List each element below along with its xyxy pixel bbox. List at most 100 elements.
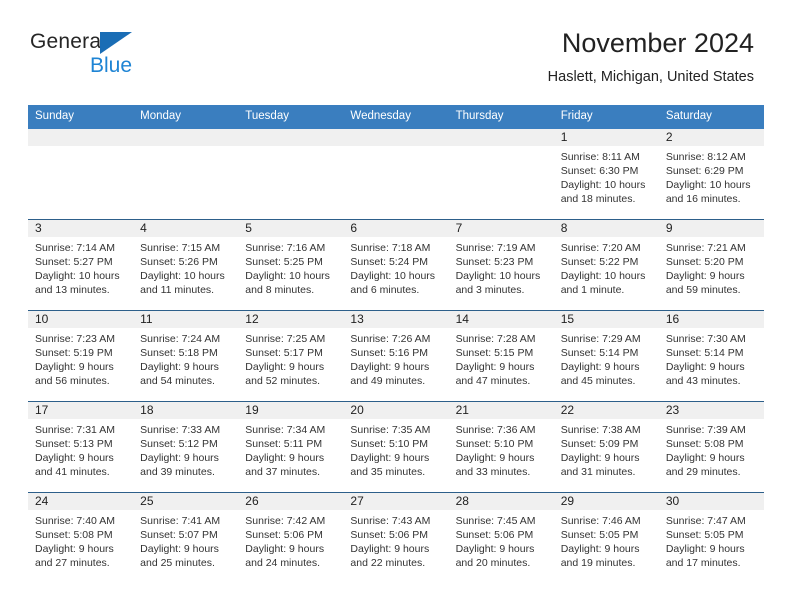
day-details: Sunrise: 7:38 AM Sunset: 5:09 PM Daylight:… (554, 419, 659, 480)
sunrise-time: Sunrise: 7:41 AM (140, 514, 221, 527)
sunrise-time: Sunrise: 7:18 AM (350, 241, 431, 254)
sunset-time: Sunset: 5:23 PM (455, 255, 534, 268)
daylight-duration-line1: Daylight: 10 hours (245, 270, 330, 283)
sunset-time: Sunset: 5:26 PM (140, 255, 218, 268)
day-details: Sunrise: 7:23 AM Sunset: 5:19 PM Daylight:… (28, 328, 133, 389)
calendar-day-cell[interactable]: 7 Sunrise: 7:19 AM Sunset: 5:23 PM Daylight… (448, 218, 554, 311)
day-number: 14 (448, 310, 554, 328)
sunrise-time: Sunrise: 7:25 AM (245, 332, 326, 345)
day-details: Sunrise: 7:46 AM Sunset: 5:05 PM Daylight:… (554, 510, 659, 571)
calendar-day-cell[interactable]: 29 Sunrise: 7:46 AM Sunset: 5:05 PM Dayligh… (553, 491, 659, 583)
daylight-duration-line2: and 11 minutes. (140, 284, 215, 297)
calendar-day-cell[interactable]: 16 Sunrise: 7:30 AM Sunset: 5:14 PM Dayligh… (658, 309, 764, 402)
daylight-duration-line2: and 25 minutes. (140, 557, 215, 570)
calendar-day-cell[interactable]: 30 Sunrise: 7:47 AM Sunset: 5:05 PM Dayligh… (658, 491, 764, 583)
calendar-day-cell[interactable]: 27 Sunrise: 7:43 AM Sunset: 5:06 PM Dayligh… (343, 491, 449, 583)
brand-logo[interactable]: General Blue (30, 30, 260, 82)
calendar-day-cell[interactable]: 20 Sunrise: 7:35 AM Sunset: 5:10 PM Dayligh… (343, 400, 449, 493)
page-title: November 2024 (561, 28, 754, 58)
day-number: 6 (343, 219, 449, 237)
daylight-duration-line2: and 35 minutes. (350, 466, 426, 479)
calendar-cell-empty (343, 128, 449, 220)
daylight-duration-line2: and 39 minutes. (140, 466, 215, 479)
day-details: Sunrise: 7:28 AM Sunset: 5:15 PM Daylight:… (449, 328, 554, 389)
calendar-day-cell[interactable]: 25 Sunrise: 7:41 AM Sunset: 5:07 PM Dayligh… (133, 491, 239, 583)
calendar-day-cell[interactable]: 22 Sunrise: 7:38 AM Sunset: 5:09 PM Dayligh… (553, 400, 659, 493)
daylight-duration-line2: and 29 minutes. (665, 466, 741, 479)
calendar-page: General Blue November 2024 Haslett, Mich… (0, 0, 792, 612)
daylight-duration-line1: Daylight: 10 hours (560, 179, 646, 192)
sunrise-time: Sunrise: 7:42 AM (245, 514, 326, 527)
sunrise-time: Sunrise: 7:26 AM (350, 332, 431, 345)
calendar-day-cell[interactable]: 23 Sunrise: 7:39 AM Sunset: 5:08 PM Dayligh… (658, 400, 764, 493)
calendar-day-cell[interactable]: 12 Sunrise: 7:25 AM Sunset: 5:17 PM Dayligh… (238, 309, 344, 402)
sunrise-time: Sunrise: 7:31 AM (35, 423, 115, 436)
calendar-day-cell[interactable]: 4 Sunrise: 7:15 AM Sunset: 5:26 PM Daylight… (133, 218, 239, 311)
day-number: 12 (238, 310, 344, 328)
calendar-week-row: 1 Sunrise: 8:11 AM Sunset: 6:30 PM Daylight… (28, 128, 764, 220)
calendar-day-cell[interactable]: 13 Sunrise: 7:26 AM Sunset: 5:16 PM Dayligh… (343, 309, 449, 402)
day-number: 26 (238, 492, 344, 510)
sunset-time: Sunset: 5:07 PM (140, 528, 218, 541)
sunset-time: Sunset: 5:15 PM (455, 346, 534, 359)
sunrise-time: Sunrise: 7:14 AM (35, 241, 115, 254)
calendar-day-cell[interactable]: 10 Sunrise: 7:23 AM Sunset: 5:19 PM Dayligh… (28, 309, 134, 402)
calendar-day-cell[interactable]: 9 Sunrise: 7:21 AM Sunset: 5:20 PM Daylight… (658, 218, 764, 311)
calendar-week-row: 10 Sunrise: 7:23 AM Sunset: 5:19 PM Dayligh… (28, 309, 764, 402)
calendar-day-cell[interactable]: 8 Sunrise: 7:20 AM Sunset: 5:22 PM Daylight… (553, 218, 659, 311)
calendar-day-cell[interactable]: 18 Sunrise: 7:33 AM Sunset: 5:12 PM Dayligh… (133, 400, 239, 493)
day-number: 25 (133, 492, 239, 510)
day-number: 2 (658, 128, 764, 146)
weekday-header-thursday: Thursday (448, 105, 554, 129)
sunrise-time: Sunrise: 7:28 AM (455, 332, 536, 345)
calendar-day-cell[interactable]: 17 Sunrise: 7:31 AM Sunset: 5:13 PM Dayligh… (28, 400, 134, 493)
day-details: Sunrise: 7:25 AM Sunset: 5:17 PM Daylight:… (238, 328, 343, 389)
weekday-header-monday: Monday (133, 105, 239, 129)
calendar-day-cell[interactable]: 2 Sunrise: 8:12 AM Sunset: 6:29 PM Daylight… (658, 128, 764, 220)
sunset-time: Sunset: 5:14 PM (665, 346, 744, 359)
day-number: 18 (133, 401, 239, 419)
location-subtitle: Haslett, Michigan, United States (547, 69, 754, 86)
calendar-day-cell[interactable]: 24 Sunrise: 7:40 AM Sunset: 5:08 PM Dayligh… (28, 491, 134, 583)
sunset-time: Sunset: 5:05 PM (665, 528, 744, 541)
day-details: Sunrise: 7:19 AM Sunset: 5:23 PM Daylight:… (449, 237, 554, 298)
calendar-day-cell[interactable]: 6 Sunrise: 7:18 AM Sunset: 5:24 PM Daylight… (343, 218, 449, 311)
calendar-cell-empty (238, 128, 344, 220)
calendar-day-cell[interactable]: 26 Sunrise: 7:42 AM Sunset: 5:06 PM Dayligh… (238, 491, 344, 583)
daylight-duration-line1: Daylight: 10 hours (140, 270, 225, 283)
calendar-day-cell[interactable]: 19 Sunrise: 7:34 AM Sunset: 5:11 PM Dayligh… (238, 400, 344, 493)
weekday-header-wednesday: Wednesday (343, 105, 449, 129)
day-details: Sunrise: 7:15 AM Sunset: 5:26 PM Daylight:… (133, 237, 238, 298)
daylight-duration-line2: and 17 minutes. (665, 557, 741, 570)
day-details: Sunrise: 7:41 AM Sunset: 5:07 PM Daylight:… (133, 510, 238, 571)
daylight-duration-line2: and 6 minutes. (350, 284, 420, 297)
calendar-day-cell[interactable]: 1 Sunrise: 8:11 AM Sunset: 6:30 PM Daylight… (553, 128, 659, 220)
daylight-duration-line2: and 31 minutes. (560, 466, 636, 479)
day-details: Sunrise: 7:43 AM Sunset: 5:06 PM Daylight:… (343, 510, 448, 571)
calendar-grid: Sunday Monday Tuesday Wednesday Thursday… (28, 105, 764, 583)
calendar-day-cell[interactable]: 28 Sunrise: 7:45 AM Sunset: 5:06 PM Dayligh… (448, 491, 554, 583)
daylight-duration-line1: Daylight: 10 hours (35, 270, 120, 283)
day-number (448, 128, 554, 146)
calendar-day-cell[interactable]: 21 Sunrise: 7:36 AM Sunset: 5:10 PM Dayligh… (448, 400, 554, 493)
day-number: 19 (238, 401, 344, 419)
calendar-day-cell[interactable]: 5 Sunrise: 7:16 AM Sunset: 5:25 PM Daylight… (238, 218, 344, 311)
sunset-time: Sunset: 5:13 PM (35, 437, 113, 450)
sunset-time: Sunset: 6:30 PM (560, 164, 639, 177)
sunrise-time: Sunrise: 7:23 AM (35, 332, 115, 345)
calendar-day-cell[interactable]: 14 Sunrise: 7:28 AM Sunset: 5:15 PM Dayligh… (448, 309, 554, 402)
sunset-time: Sunset: 5:05 PM (560, 528, 639, 541)
calendar-week-row: 3 Sunrise: 7:14 AM Sunset: 5:27 PM Daylight… (28, 218, 764, 311)
day-number (28, 128, 134, 146)
calendar-day-cell[interactable]: 3 Sunrise: 7:14 AM Sunset: 5:27 PM Daylight… (28, 218, 134, 311)
day-details: Sunrise: 7:24 AM Sunset: 5:18 PM Daylight:… (133, 328, 238, 389)
daylight-duration-line2: and 43 minutes. (665, 375, 741, 388)
daylight-duration-line1: Daylight: 9 hours (140, 452, 219, 465)
calendar-day-cell[interactable]: 11 Sunrise: 7:24 AM Sunset: 5:18 PM Dayligh… (133, 309, 239, 402)
sunset-time: Sunset: 5:22 PM (560, 255, 639, 268)
day-number: 3 (28, 219, 134, 237)
calendar-day-cell[interactable]: 15 Sunrise: 7:29 AM Sunset: 5:14 PM Dayligh… (553, 309, 659, 402)
sunrise-time: Sunrise: 7:30 AM (665, 332, 746, 345)
day-number: 27 (343, 492, 449, 510)
sunrise-time: Sunrise: 7:15 AM (140, 241, 221, 254)
